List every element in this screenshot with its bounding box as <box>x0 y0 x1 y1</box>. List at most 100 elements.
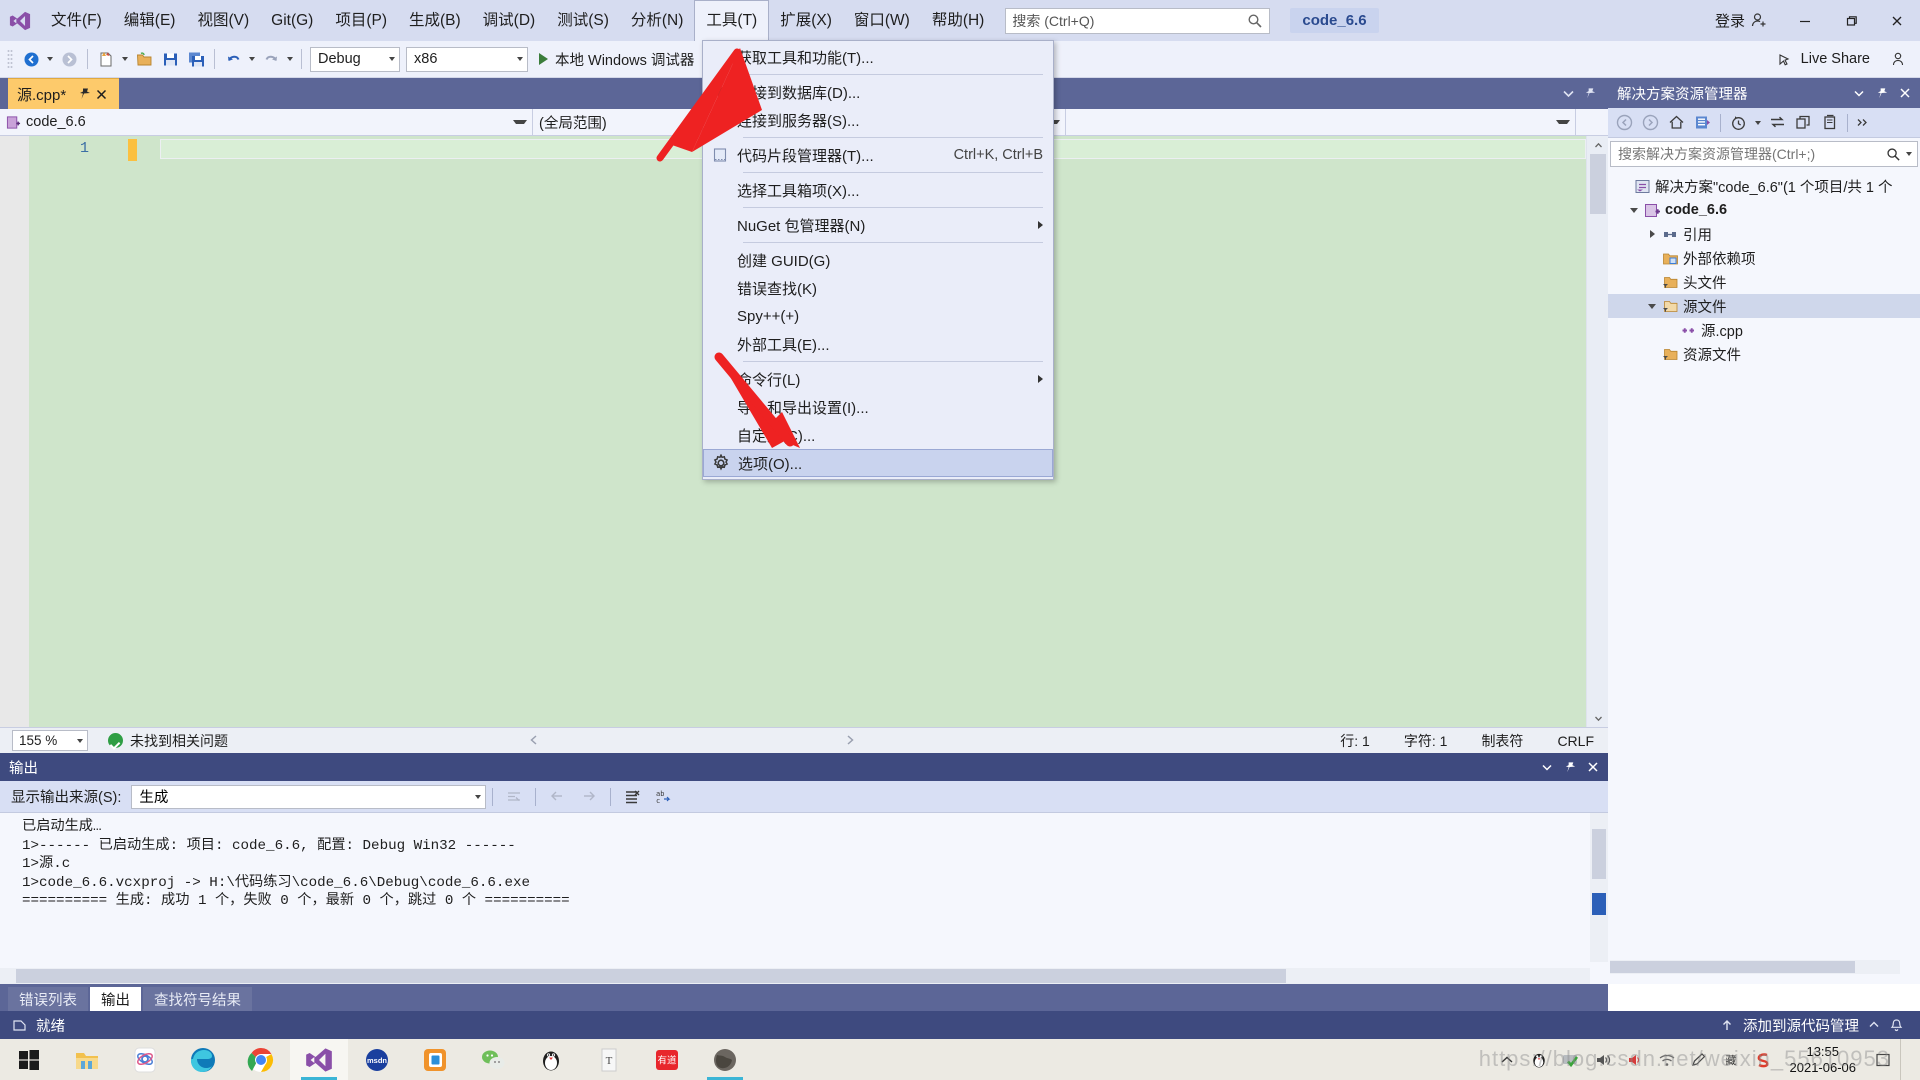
tray-wifi-icon[interactable] <box>1652 1039 1682 1080</box>
pending-changes-dropdown[interactable] <box>1752 108 1764 138</box>
go-to-previous-message-icon[interactable] <box>542 784 572 810</box>
sign-in-button[interactable]: 登录 <box>1701 10 1782 31</box>
issue-status[interactable]: 未找到相关问题 <box>108 731 228 751</box>
overflow-icon[interactable] <box>1853 111 1873 135</box>
menu-external-tools[interactable]: 外部工具(E)... <box>703 330 1053 358</box>
menu-git[interactable]: Git(G) <box>260 0 324 41</box>
scrollbar-thumb[interactable] <box>1592 829 1606 879</box>
tree-node-external-dependencies[interactable]: 外部依赖项 <box>1608 246 1920 270</box>
solution-platform-combo[interactable]: x86 <box>406 46 528 72</box>
solution-configuration-combo[interactable]: Debug <box>310 46 400 72</box>
tree-node-source-files[interactable]: 源文件 <box>1608 294 1920 318</box>
menu-test[interactable]: 测试(S) <box>546 0 620 41</box>
save-icon[interactable] <box>157 44 183 74</box>
output-source-combo[interactable]: 生成 <box>131 784 487 809</box>
solution-explorer-search-input[interactable] <box>1618 146 1886 162</box>
zoom-level-combo[interactable]: 155 % <box>12 730 88 751</box>
tab-output[interactable]: 输出 <box>90 987 141 1011</box>
close-button[interactable] <box>1874 0 1920 41</box>
live-share-button[interactable]: Live Share <box>1777 51 1920 68</box>
panel-close-icon[interactable] <box>1894 81 1916 105</box>
panel-menu-icon[interactable] <box>1536 755 1558 779</box>
panel-close-icon[interactable] <box>1582 755 1604 779</box>
tree-node-solution[interactable]: 解决方案"code_6.6"(1 个项目/共 1 个 <box>1608 174 1920 198</box>
menu-get-tools-and-features[interactable]: 获取工具和功能(T)... <box>703 43 1053 71</box>
taskbar-edge[interactable] <box>174 1039 232 1080</box>
output-vertical-scrollbar[interactable] <box>1590 813 1608 962</box>
expander-right-icon[interactable] <box>1644 222 1660 246</box>
menu-import-export-settings[interactable]: 导入和导出设置(I)... <box>703 393 1053 421</box>
menu-analyze[interactable]: 分析(N) <box>620 0 695 41</box>
clear-all-icon[interactable] <box>617 784 647 810</box>
panel-pin-icon[interactable] <box>1559 755 1581 779</box>
menu-view[interactable]: 视图(V) <box>186 0 260 41</box>
navigate-forward-icon[interactable] <box>56 44 82 74</box>
menu-nuget-package-manager[interactable]: NuGet 包管理器(N) <box>703 211 1053 239</box>
taskbar-wechat[interactable] <box>464 1039 522 1080</box>
issue-prev-icon[interactable] <box>528 733 540 749</box>
taskbar-atom[interactable] <box>116 1039 174 1080</box>
tree-node-project[interactable]: code_6.6 <box>1608 198 1920 222</box>
menu-window[interactable]: 窗口(W) <box>843 0 921 41</box>
taskbar-earth[interactable] <box>696 1039 754 1080</box>
close-tab-icon[interactable] <box>93 86 110 103</box>
tray-qq-icon[interactable] <box>1524 1039 1554 1080</box>
document-tab-source-cpp[interactable]: 源.cpp* <box>8 78 120 109</box>
show-hidden-icons-icon[interactable] <box>1492 1039 1522 1080</box>
open-file-icon[interactable] <box>131 44 157 74</box>
solution-explorer-search-box[interactable] <box>1610 141 1918 167</box>
tray-sogou-icon[interactable] <box>1748 1039 1778 1080</box>
toggle-word-wrap-icon[interactable]: ab c <box>649 784 679 810</box>
source-control-label[interactable]: 添加到源代码管理 <box>1743 1015 1859 1036</box>
navigate-backward-dropdown[interactable] <box>44 44 56 74</box>
output-horizontal-scrollbar[interactable] <box>0 968 1590 984</box>
minimize-button[interactable] <box>1782 0 1828 41</box>
editor-vertical-scrollbar[interactable] <box>1586 136 1608 727</box>
taskbar-chrome[interactable] <box>232 1039 290 1080</box>
scrollbar-thumb[interactable] <box>16 969 1286 983</box>
undo-dropdown[interactable] <box>246 44 258 74</box>
new-project-icon[interactable] <box>93 44 119 74</box>
notifications-bell-icon[interactable] <box>1889 1018 1904 1033</box>
action-center-icon[interactable] <box>1868 1039 1898 1080</box>
show-desktop-button[interactable] <box>1900 1039 1914 1080</box>
status-eol[interactable]: CRLF <box>1557 733 1594 749</box>
expander-down-icon[interactable] <box>1644 294 1660 318</box>
scroll-down-icon[interactable] <box>1587 709 1609 727</box>
taskbar-clock[interactable]: 13:55 2021-06-06 <box>1780 1044 1867 1076</box>
tray-volume-icon[interactable] <box>1588 1039 1618 1080</box>
taskbar-typora[interactable]: T <box>580 1039 638 1080</box>
tray-sound-red-icon[interactable] <box>1620 1039 1650 1080</box>
solution-name-chip[interactable]: code_6.6 <box>1290 8 1379 33</box>
tree-node-header-files[interactable]: 头文件 <box>1608 270 1920 294</box>
tree-node-resource-files[interactable]: 资源文件 <box>1608 342 1920 366</box>
sync-with-active-document-icon[interactable] <box>1765 111 1790 135</box>
menu-options[interactable]: 选项(O)... <box>703 449 1053 477</box>
tab-error-list[interactable]: 错误列表 <box>8 987 88 1011</box>
tree-node-source-cpp[interactable]: 源.cpp <box>1608 318 1920 342</box>
menu-connect-to-database[interactable]: 连接到数据库(D)... <box>703 78 1053 106</box>
tree-node-references[interactable]: 引用 <box>1608 222 1920 246</box>
menu-file[interactable]: 文件(F) <box>40 0 113 41</box>
panel-pin-icon[interactable] <box>1871 81 1893 105</box>
menu-choose-toolbox-items[interactable]: 选择工具箱项(X)... <box>703 176 1053 204</box>
active-files-dropdown-icon[interactable] <box>1558 83 1578 105</box>
global-search-box[interactable] <box>1005 7 1271 34</box>
menu-edit[interactable]: 编辑(E) <box>113 0 187 41</box>
menu-project[interactable]: 项目(P) <box>324 0 398 41</box>
redo-icon[interactable] <box>258 44 284 74</box>
menu-spy-plus-plus[interactable]: Spy++(+) <box>703 302 1053 330</box>
menu-command-line[interactable]: 命令行(L) <box>703 365 1053 393</box>
scroll-up-icon[interactable] <box>1587 136 1609 154</box>
home-icon[interactable] <box>1664 111 1689 135</box>
scrollbar-thumb[interactable] <box>1610 961 1855 973</box>
pin-icon[interactable] <box>76 86 93 103</box>
tray-safe-icon[interactable] <box>1556 1039 1586 1080</box>
menu-error-lookup[interactable]: 错误查找(K) <box>703 274 1053 302</box>
solution-explorer-view-icon[interactable] <box>1690 111 1715 135</box>
taskbar-vmware[interactable] <box>406 1039 464 1080</box>
pin-tab-icon[interactable] <box>1580 83 1600 105</box>
new-project-dropdown[interactable] <box>119 44 131 74</box>
menu-help[interactable]: 帮助(H) <box>921 0 996 41</box>
search-options-caret[interactable] <box>1906 152 1912 156</box>
